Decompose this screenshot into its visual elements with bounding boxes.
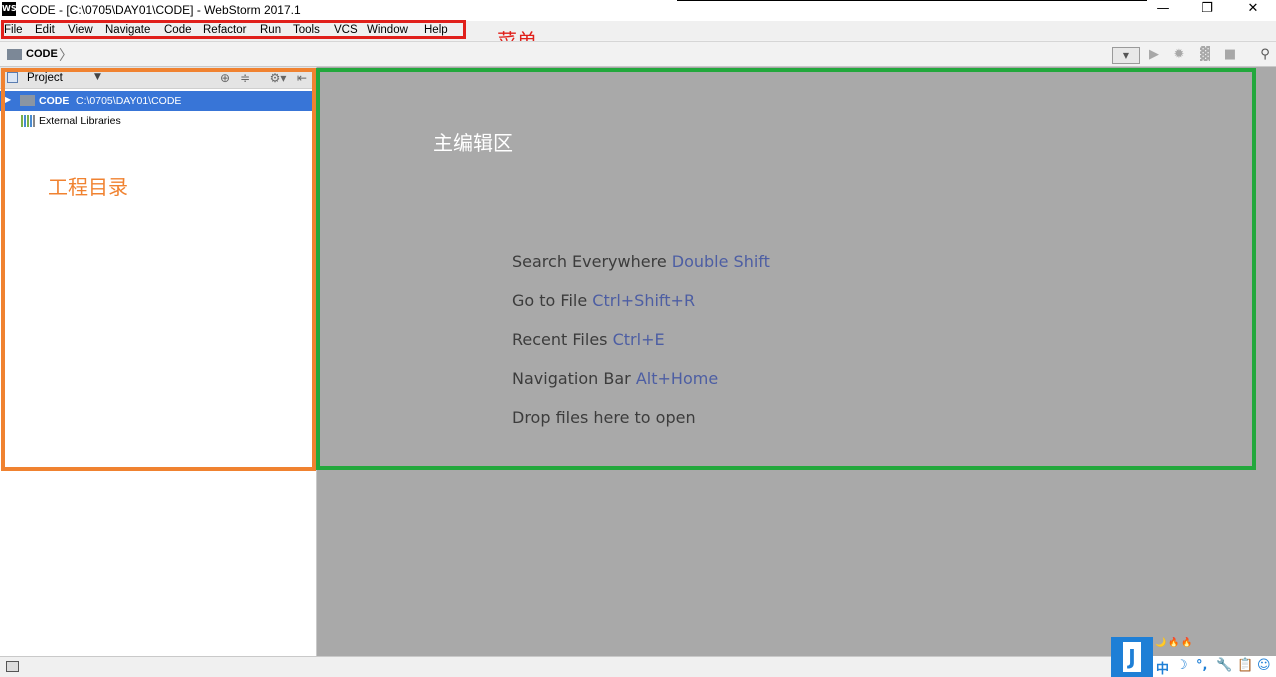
breadcrumb-chevron-icon: 〉	[59, 48, 73, 64]
coverage-icon[interactable]: ▓	[1196, 46, 1214, 64]
hint-label: Search Everywhere	[512, 252, 667, 271]
clipboard-icon[interactable]: 📋	[1237, 658, 1253, 673]
close-button[interactable]: ✕	[1230, 0, 1276, 20]
editor-annotation-label: 主编辑区	[433, 131, 513, 155]
punctuation-icon[interactable]: °,	[1196, 658, 1207, 673]
restore-button[interactable]: ❐	[1184, 0, 1230, 20]
menu-annotation-box	[1, 20, 466, 39]
hint-label: Go to File	[512, 291, 588, 310]
minimize-button[interactable]: —	[1140, 0, 1186, 20]
hint-recent-files: Recent Files Ctrl+E	[512, 330, 665, 349]
wrench-icon[interactable]: 🔧	[1216, 658, 1232, 673]
hint-label: Recent Files	[512, 330, 608, 349]
status-bar	[0, 656, 1276, 677]
title-bar: WS CODE - [C:\0705\DAY01\CODE] - WebStor…	[0, 0, 1276, 21]
stop-icon[interactable]: ■	[1221, 46, 1239, 64]
run-icon[interactable]: ▶	[1145, 46, 1163, 64]
hint-shortcut: Double Shift	[671, 252, 770, 271]
ime-logo-letter: J	[1123, 642, 1141, 672]
ime-toolbar: 中 ☽ °, 🔧 📋 ☺	[1153, 656, 1276, 677]
hint-shortcut: Ctrl+Shift+R	[592, 291, 696, 310]
hint-go-to-file: Go to File Ctrl+Shift+R	[512, 291, 695, 310]
hint-shortcut: Ctrl+E	[612, 330, 665, 349]
ime-chinese-mode[interactable]: 中	[1156, 658, 1169, 677]
top-divider	[677, 0, 1147, 1]
navigation-bar: CODE 〉 ▼ ▶ ✹ ▓ ■ ⚲	[0, 41, 1276, 67]
hint-drop-files: Drop files here to open	[512, 408, 696, 427]
hint-search-everywhere: Search Everywhere Double Shift	[512, 252, 770, 271]
folder-icon	[7, 49, 22, 60]
webstorm-logo-icon: WS	[2, 2, 17, 16]
hint-navigation-bar: Navigation Bar Alt+Home	[512, 369, 718, 388]
run-config-dropdown[interactable]: ▼	[1112, 47, 1140, 64]
ime-logo[interactable]: J	[1111, 637, 1153, 677]
ime-decoration: 🌙🔥🔥	[1155, 638, 1195, 648]
project-annotation-label: 工程目录	[48, 175, 128, 199]
project-annotation-box	[1, 68, 316, 471]
smiley-icon[interactable]: ☺	[1257, 658, 1271, 673]
debug-icon[interactable]: ✹	[1170, 46, 1188, 64]
moon-icon[interactable]: ☽	[1176, 658, 1188, 673]
window-title: CODE - [C:\0705\DAY01\CODE] - WebStorm 2…	[21, 3, 301, 17]
search-icon[interactable]: ⚲	[1256, 46, 1274, 64]
hint-label: Drop files here to open	[512, 408, 696, 427]
hint-label: Navigation Bar	[512, 369, 631, 388]
tool-windows-icon[interactable]	[6, 661, 19, 672]
hint-shortcut: Alt+Home	[635, 369, 719, 388]
breadcrumb-code[interactable]: CODE	[26, 48, 58, 60]
